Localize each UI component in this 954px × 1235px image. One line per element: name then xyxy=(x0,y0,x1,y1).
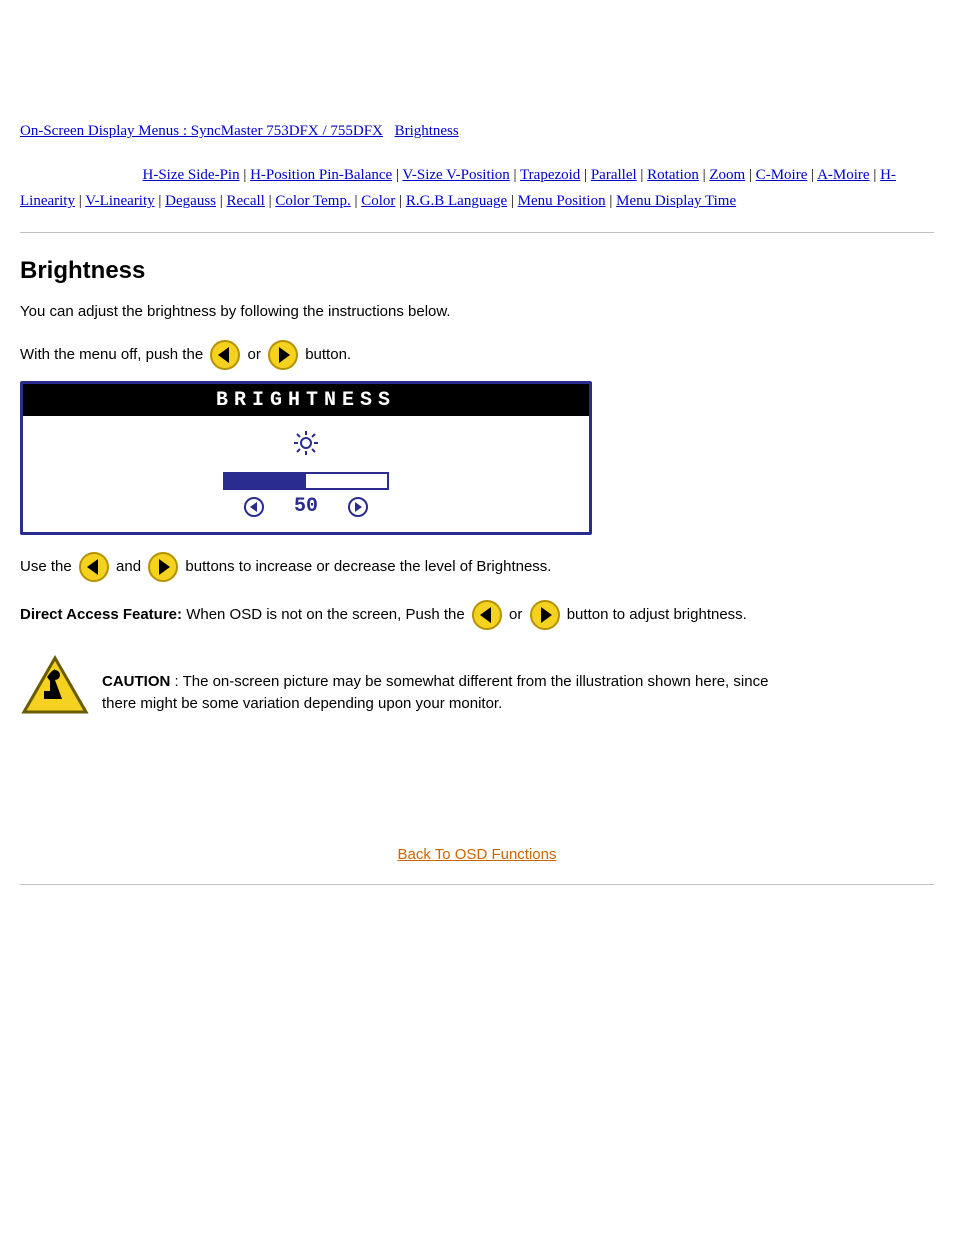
osd-decrease-icon xyxy=(244,497,264,517)
menu-link-colortemp[interactable]: Color Temp. xyxy=(275,193,350,209)
menu-link-amoire[interactable]: A-Moire xyxy=(817,167,870,183)
brightness-bar xyxy=(223,472,389,490)
left-arrow-button-icon xyxy=(78,551,110,583)
step1-prefix: With the menu off, push the xyxy=(20,346,207,363)
menu-links: Brightness Contrast H-Size Side-Pin | H-… xyxy=(20,162,934,214)
left-arrow-button-icon xyxy=(209,339,241,371)
bottom-divider xyxy=(20,884,934,885)
menu-link-rgblang[interactable]: R.G.B Language xyxy=(406,193,507,209)
osd-increase-icon xyxy=(348,497,368,517)
brightness-bar-fill xyxy=(225,474,306,488)
caution-icon xyxy=(20,655,90,724)
sep: | xyxy=(220,193,227,209)
step1-mid: or xyxy=(248,346,266,363)
menu-link-cmoire[interactable]: C-Moire xyxy=(756,167,808,183)
step-1: With the menu off, push the or button. xyxy=(20,339,934,371)
menu-link-trapezoid[interactable]: Trapezoid xyxy=(520,167,580,183)
divider xyxy=(20,232,934,233)
caution-line1: : The on-screen picture may be somewhat … xyxy=(175,673,769,690)
step2-prefix: Use the xyxy=(20,558,76,575)
breadcrumb-link-2[interactable]: Brightness xyxy=(395,123,459,139)
menu-link-vlinearity[interactable]: V-Linearity xyxy=(85,193,154,209)
right-arrow-button-icon xyxy=(267,339,299,371)
direct-access-title: Direct Access Feature: xyxy=(20,606,182,623)
caution-block: CAUTION : The on-screen picture may be s… xyxy=(20,655,934,724)
step1-suffix: button. xyxy=(305,346,351,363)
menu-link-zoom[interactable]: Zoom xyxy=(709,167,745,183)
hidden-trail-sep: : xyxy=(387,123,395,139)
menu-link-recall[interactable]: Recall xyxy=(227,193,265,209)
step-2: Use the and buttons to increase or decre… xyxy=(20,551,934,583)
brightness-icon xyxy=(293,430,319,464)
sep: | xyxy=(584,167,591,183)
breadcrumb-link-1[interactable]: On-Screen Display Menus : SyncMaster 753… xyxy=(20,123,383,139)
step2-suffix: buttons to increase or decrease the leve… xyxy=(185,558,551,575)
sep: | xyxy=(749,167,756,183)
direct-access-prefix: When OSD is not on the screen, Push the xyxy=(186,606,469,623)
page-title: Brightness xyxy=(20,257,934,285)
menu-link-hposition[interactable]: H-Position Pin-Balance xyxy=(250,167,392,183)
caution-label: CAUTION xyxy=(102,673,170,690)
right-arrow-button-icon xyxy=(147,551,179,583)
direct-access: Direct Access Feature: When OSD is not o… xyxy=(20,599,934,631)
caution-line2: there might be some variation depending … xyxy=(102,695,502,712)
direct-access-mid: or xyxy=(509,606,527,623)
menu-link-hsize[interactable]: H-Size Side-Pin xyxy=(143,167,240,183)
back-link[interactable]: Back To OSD Functions xyxy=(398,846,557,863)
brightness-value: 50 xyxy=(294,496,318,518)
menu-link-parallel[interactable]: Parallel xyxy=(591,167,637,183)
menu-link-rotation[interactable]: Rotation xyxy=(647,167,699,183)
intro-text: You can adjust the brightness by followi… xyxy=(20,301,934,323)
direct-access-suffix: button to adjust brightness. xyxy=(567,606,747,623)
sep: | xyxy=(511,193,518,209)
osd-brightness-panel: BRIGHTNESS xyxy=(20,381,592,535)
osd-title: BRIGHTNESS xyxy=(23,384,589,416)
step2-mid: and xyxy=(116,558,145,575)
left-arrow-button-icon xyxy=(471,599,503,631)
right-arrow-button-icon xyxy=(529,599,561,631)
menu-current-items: Brightness Contrast xyxy=(20,167,143,183)
breadcrumb: On-Screen Display Menus : SyncMaster 753… xyxy=(20,120,934,142)
menu-link-degauss[interactable]: Degauss xyxy=(165,193,216,209)
menu-link-color[interactable]: Color xyxy=(361,193,395,209)
menu-link-menuposition[interactable]: Menu Position xyxy=(518,193,606,209)
menu-link-menudisplaytime[interactable]: Menu Display Time xyxy=(616,193,736,209)
sep: | xyxy=(399,193,406,209)
menu-link-vsize[interactable]: V-Size V-Position xyxy=(402,167,509,183)
